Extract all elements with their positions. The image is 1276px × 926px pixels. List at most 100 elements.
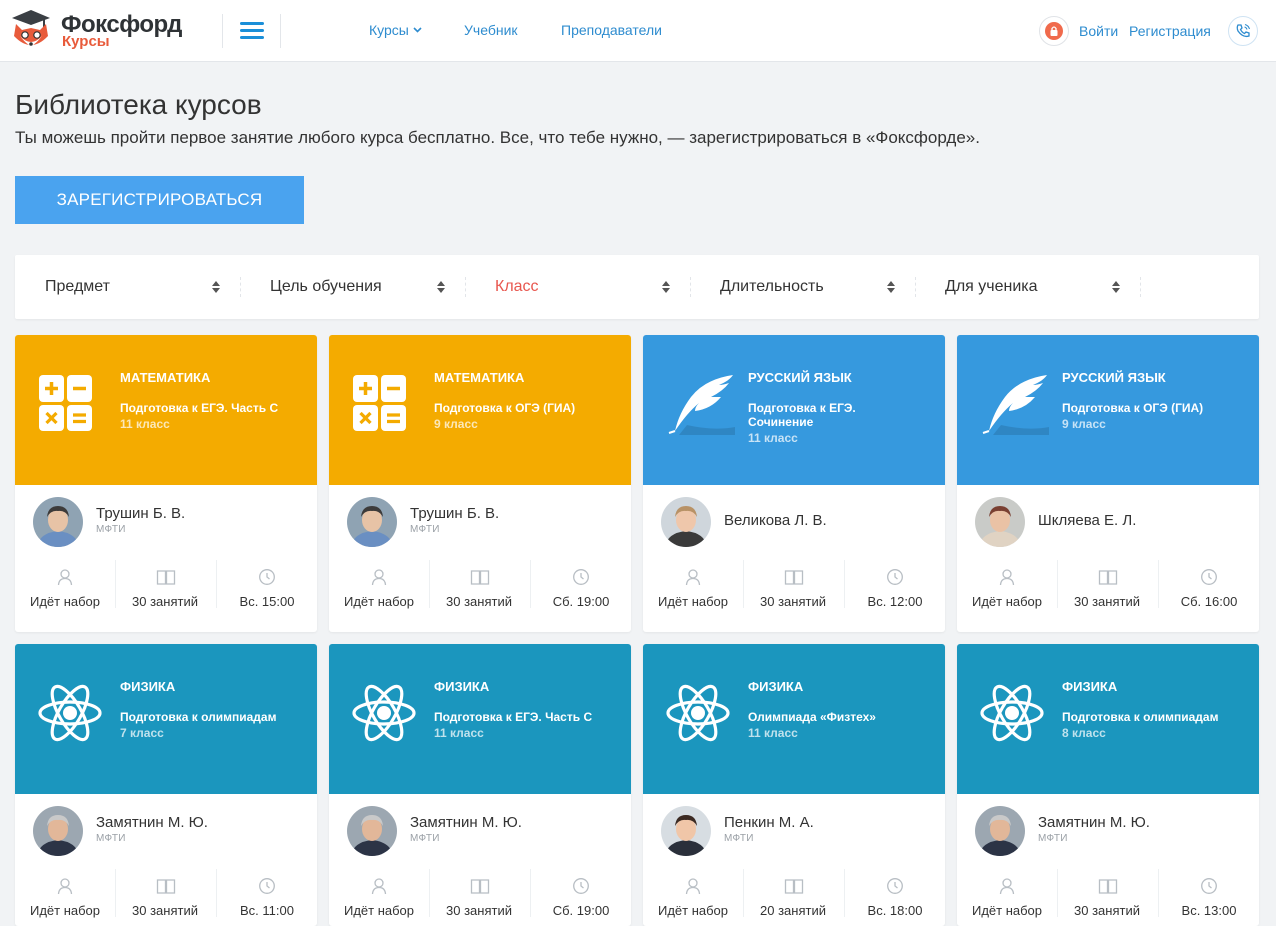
book-icon [784,877,804,900]
book-icon [470,568,490,591]
card-grade: 9 класс [434,417,478,431]
chevron-down-icon [413,27,422,33]
book-icon [1098,568,1118,591]
stat-label: Сб. 16:00 [1180,594,1238,609]
stat-lessons: 30 занятий [743,560,843,610]
feather-icon [979,373,1051,440]
card-stats: Идёт набор 30 занятий Вс. 15:00 [15,560,317,610]
card-course-name: Подготовка к ЕГЭ. Часть С [120,401,279,415]
calculator-icon [351,373,409,438]
card-subject: ФИЗИКА [434,679,490,694]
register-link[interactable]: Регистрация [1129,23,1211,39]
teacher-org: МФТИ [410,524,440,535]
teacher-info[interactable]: Замятнин М. Ю. МФТИ [33,806,303,856]
card-course-title: Олимпиада «Физтех» 11 класс [748,710,913,740]
nav-textbook-link[interactable]: Учебник [464,22,518,38]
teacher-name: Великова Л. В. [724,512,827,529]
teacher-info[interactable]: Замятнин М. Ю. МФТИ [347,806,617,856]
course-card[interactable]: РУССКИЙ ЯЗЫК Подготовка к ОГЭ (ГИА) 9 клас… [957,335,1259,632]
filter-student-select[interactable]: Для ученика [915,255,1140,319]
sort-arrows-icon [887,281,895,293]
atom-icon [351,682,417,749]
course-card[interactable]: РУССКИЙ ЯЗЫК Подготовка к ЕГЭ. Сочинение 1… [643,335,945,632]
teacher-info[interactable]: Великова Л. В. [661,497,931,547]
card-course-title: Подготовка к ОГЭ (ГИА) 9 класс [1062,401,1227,431]
teacher-info[interactable]: Замятнин М. Ю. МФТИ [975,806,1245,856]
atom-icon [665,682,731,749]
card-header: РУССКИЙ ЯЗЫК Подготовка к ЕГЭ. Сочинение 1… [643,335,945,485]
stat-schedule: Вс. 15:00 [217,560,317,610]
course-card[interactable]: МАТЕМАТИКА Подготовка к ЕГЭ. Часть С 11 кл… [15,335,317,632]
teacher-org: МФТИ [410,833,440,844]
stat-lessons: 30 занятий [429,869,529,919]
clock-icon [258,877,276,900]
stat-enrollment: Идёт набор [643,869,743,919]
register-button[interactable]: ЗАРЕГИСТРИРОВАТЬСЯ [15,176,304,224]
card-header: ФИЗИКА Подготовка к ЕГЭ. Часть С 11 класс [329,644,631,794]
course-card[interactable]: ФИЗИКА Подготовка к ЕГЭ. Часть С 11 класс З… [329,644,631,926]
course-card[interactable]: ФИЗИКА Подготовка к олимпиадам 7 класс Замя… [15,644,317,926]
card-grade: 11 класс [434,726,484,740]
stat-label: Сб. 19:00 [552,594,610,609]
menu-burger-button[interactable] [240,22,264,40]
card-course-name: Подготовка к олимпиадам [120,710,277,724]
phone-button[interactable] [1228,16,1258,46]
stat-label: 30 занятий [132,594,198,609]
teacher-info[interactable]: Шкляева Е. Л. [975,497,1245,547]
burger-line [240,36,264,39]
feather-icon [665,373,737,440]
card-stats: Идёт набор 30 занятий Сб. 19:00 [329,869,631,919]
teacher-name: Трушин Б. В. [410,505,500,522]
stat-label: Идёт набор [657,594,729,609]
phone-icon [1236,23,1251,38]
card-stats: Идёт набор 20 занятий Вс. 18:00 [643,869,945,919]
avatar [975,806,1025,856]
course-card[interactable]: ФИЗИКА Подготовка к олимпиадам 8 класс Замя… [957,644,1259,926]
person-icon [998,877,1016,900]
filter-label: Длительность [720,278,824,295]
atom-icon [37,682,103,749]
login-link[interactable]: Войти [1079,23,1118,39]
calculator-icon [37,373,95,438]
nav-courses-label: Курсы [369,22,409,38]
filter-grade-select[interactable]: Класс [465,255,690,319]
teacher-info[interactable]: Трушин Б. В. МФТИ [33,497,303,547]
stat-lessons: 30 занятий [1057,560,1157,610]
logo[interactable]: Фоксфорд Курсы [10,8,210,54]
stat-enrollment: Идёт набор [15,869,115,919]
teacher-name: Трушин Б. В. [96,505,186,522]
stat-label: 30 занятий [1074,594,1140,609]
book-icon [156,877,176,900]
clock-icon [572,568,590,591]
card-stats: Идёт набор 30 занятий Сб. 19:00 [329,560,631,610]
lock-badge [1039,16,1069,46]
stat-enrollment: Идёт набор [957,560,1057,610]
filter-goal-select[interactable]: Цель обучения [240,255,465,319]
teacher-info[interactable]: Пенкин М. А. МФТИ [661,806,931,856]
site-header: Фоксфорд Курсы Курсы Учебник Преподавате… [0,0,1276,62]
stat-enrollment: Идёт набор [15,560,115,610]
card-subject: ФИЗИКА [748,679,804,694]
stat-label: 30 занятий [446,903,512,918]
stat-label: 30 занятий [132,903,198,918]
course-card[interactable]: ФИЗИКА Олимпиада «Физтех» 11 класс Пенкин М… [643,644,945,926]
filter-duration-select[interactable]: Длительность [690,255,915,319]
avatar [33,497,83,547]
teacher-name: Замятнин М. Ю. [410,814,522,831]
filter-subject-select[interactable]: Предмет [15,255,240,319]
card-course-name: Олимпиада «Физтех» [748,710,876,724]
stat-enrollment: Идёт набор [643,560,743,610]
atom-icon [979,682,1045,749]
nav-courses-dropdown[interactable]: Курсы [369,22,422,38]
page-subtitle: Ты можешь пройти первое занятие любого к… [15,128,980,147]
stat-label: Вс. 13:00 [1181,903,1237,918]
course-card[interactable]: МАТЕМАТИКА Подготовка к ОГЭ (ГИА) 9 класс Т… [329,335,631,632]
nav-teachers-link[interactable]: Преподаватели [561,22,662,38]
clock-icon [886,568,904,591]
card-course-title: Подготовка к ЕГЭ. Часть С 11 класс [120,401,285,431]
header-divider [280,14,281,48]
clock-icon [258,568,276,591]
card-course-name: Подготовка к олимпиадам [1062,710,1219,724]
card-course-title: Подготовка к ОГЭ (ГИА) 9 класс [434,401,599,431]
teacher-info[interactable]: Трушин Б. В. МФТИ [347,497,617,547]
